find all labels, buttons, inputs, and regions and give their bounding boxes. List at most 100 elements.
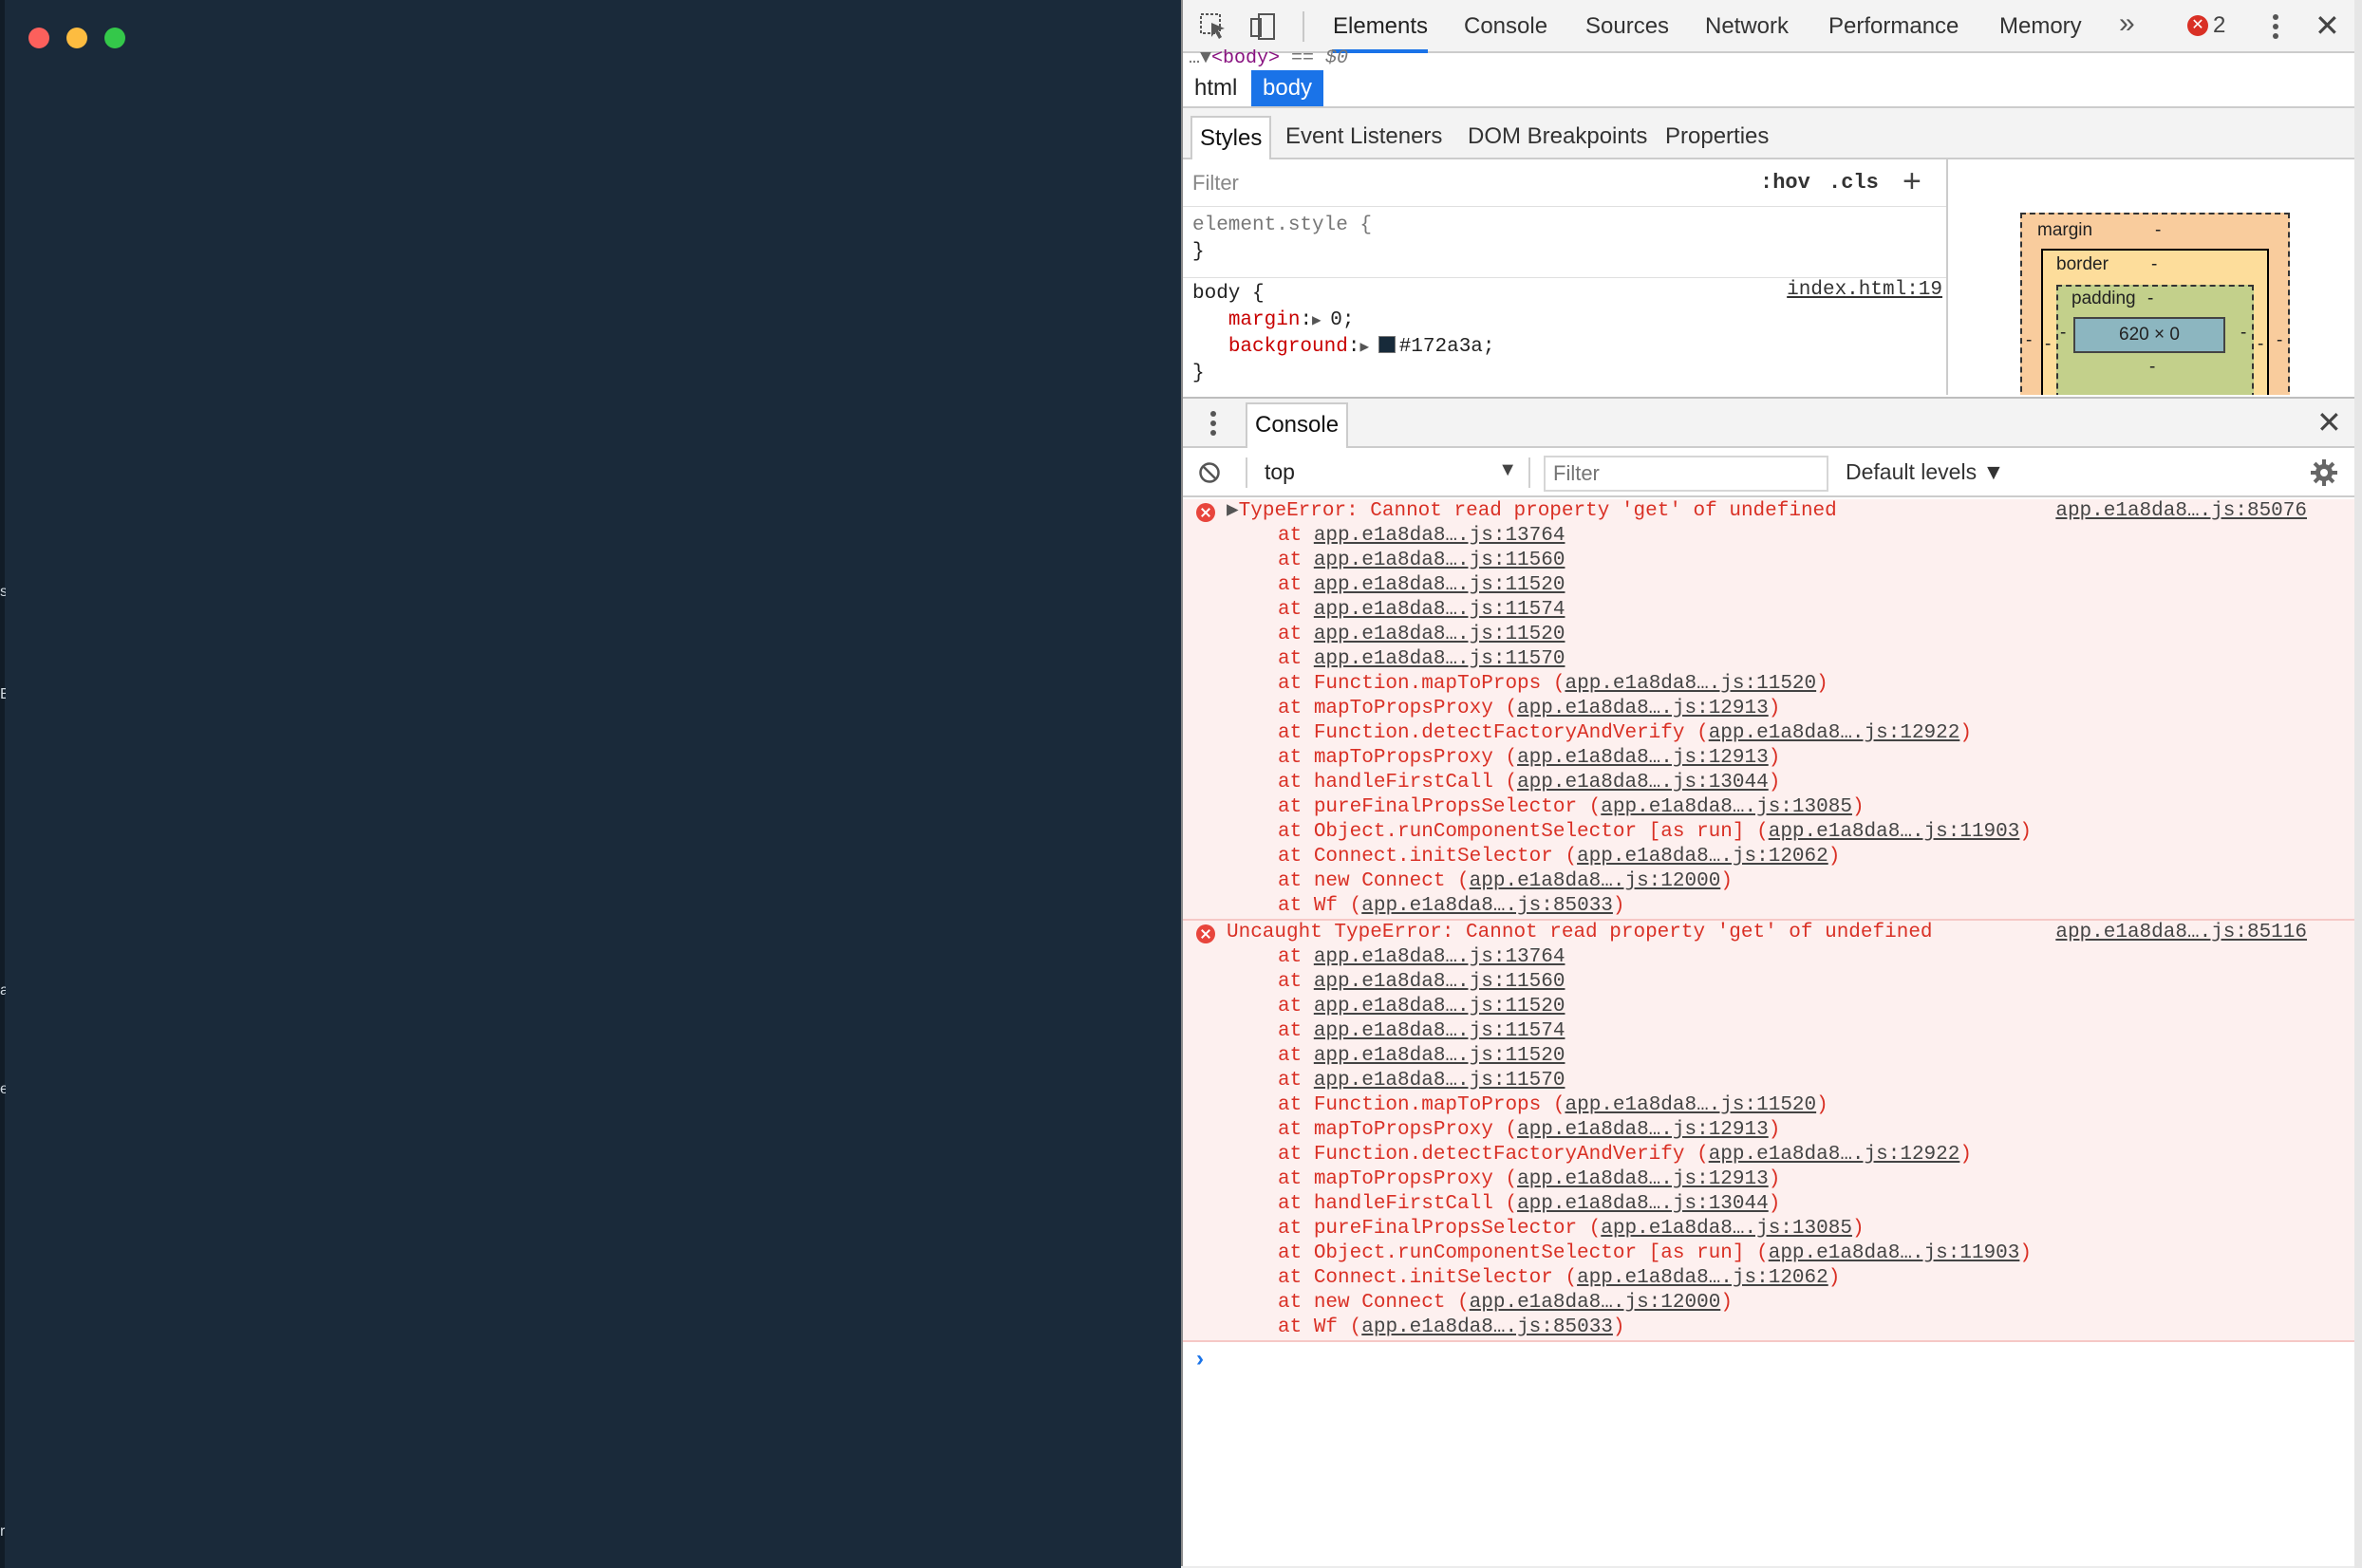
breadcrumb-body[interactable]: body — [1251, 70, 1324, 106]
stack-frame-link[interactable]: app.e1a8da8….js:12913 — [1517, 747, 1769, 769]
stack-frame-link[interactable]: app.e1a8da8….js:13085 — [1601, 796, 1852, 818]
drawer-tab-console[interactable]: Console — [1246, 402, 1349, 448]
minimize-window-button[interactable] — [66, 28, 87, 48]
tab-network[interactable]: Network — [1705, 0, 1789, 53]
stack-frame-link[interactable]: app.e1a8da8….js:12000 — [1470, 1292, 1721, 1314]
console-settings-gear-icon[interactable] — [2309, 457, 2339, 488]
padding-top-value[interactable]: - — [2147, 289, 2153, 309]
subtab-event-listeners[interactable]: Event Listeners — [1278, 116, 1450, 159]
stack-frame-link[interactable]: app.e1a8da8….js:11574 — [1314, 1020, 1565, 1042]
expand-shorthand-icon[interactable]: ▶ — [1359, 339, 1378, 356]
breadcrumb-html[interactable]: html — [1183, 70, 1248, 106]
log-levels-dropdown[interactable]: Default levels ▼ — [1846, 459, 2004, 485]
more-tabs-chevron-icon[interactable]: » — [2119, 8, 2135, 40]
console-error-message[interactable]: Uncaught TypeError: Cannot read property… — [1183, 921, 2354, 1342]
close-devtools-icon[interactable]: ✕ — [2315, 8, 2340, 44]
customize-menu-icon[interactable] — [2261, 11, 2290, 42]
execution-context-select[interactable]: top ▼ — [1265, 459, 1521, 488]
stack-frame-link[interactable]: app.e1a8da8….js:85033 — [1361, 895, 1613, 917]
dom-expand-arrow[interactable]: …▼ — [1189, 49, 1211, 69]
padding-right-value[interactable]: - — [2240, 323, 2246, 344]
console-error-message[interactable]: ▶TypeError: Cannot read property 'get' o… — [1183, 499, 2354, 921]
margin-left-value[interactable]: - — [2026, 330, 2032, 351]
error-count-icon[interactable]: ✕ — [2187, 15, 2208, 36]
stack-frame-link[interactable]: app.e1a8da8….js:11520 — [1314, 1045, 1565, 1067]
stack-frame-link[interactable]: app.e1a8da8….js:13764 — [1314, 525, 1565, 547]
stack-frame-link[interactable]: app.e1a8da8….js:11520 — [1314, 624, 1565, 645]
box-model-content-size[interactable]: 620 × 0 — [2073, 317, 2225, 353]
expand-triangle-icon[interactable]: ▶ — [1227, 500, 1239, 522]
class-toggle[interactable]: .cls — [1828, 171, 1879, 195]
stack-frame-link[interactable]: app.e1a8da8….js:12922 — [1709, 1144, 1960, 1166]
styles-filter-input[interactable]: Filter — [1192, 171, 1239, 196]
stack-frame-link[interactable]: app.e1a8da8….js:12062 — [1577, 1267, 1828, 1289]
subtab-dom-breakpoints[interactable]: DOM Breakpoints — [1460, 116, 1655, 159]
console-filter-input[interactable] — [1544, 456, 1828, 492]
error-message-text[interactable]: Uncaught TypeError: Cannot read property… — [1227, 921, 1933, 945]
border-left-value[interactable]: - — [2045, 334, 2051, 355]
stack-frame-link[interactable]: app.e1a8da8….js:12000 — [1470, 870, 1721, 892]
box-model-border[interactable]: border - - - padding - - - 620 × 0 - — [2041, 249, 2269, 395]
device-toolbar-icon[interactable] — [1247, 11, 1278, 42]
error-count[interactable]: 2 — [2213, 12, 2225, 39]
color-swatch-icon[interactable] — [1378, 336, 1396, 353]
stack-frame-link[interactable]: app.e1a8da8….js:13044 — [1517, 1193, 1769, 1215]
stack-frame-link[interactable]: app.e1a8da8….js:11574 — [1314, 599, 1565, 621]
stack-frame-link[interactable]: app.e1a8da8….js:12062 — [1577, 846, 1828, 868]
stack-frame-link[interactable]: app.e1a8da8….js:11560 — [1314, 550, 1565, 571]
stack-frame-link[interactable]: app.e1a8da8….js:12913 — [1517, 1168, 1769, 1190]
stack-frame-link[interactable]: app.e1a8da8….js:11903 — [1769, 1242, 2020, 1264]
margin-right-value[interactable]: - — [2277, 330, 2282, 351]
stack-frame-link[interactable]: app.e1a8da8….js:11520 — [1314, 574, 1565, 596]
edge-glyph: s — [0, 585, 6, 600]
subtab-properties[interactable]: Properties — [1658, 116, 1776, 159]
stack-frame-link[interactable]: app.e1a8da8….js:13085 — [1601, 1218, 1852, 1240]
style-source-link[interactable]: index.html:19 — [1787, 279, 1942, 301]
tab-elements[interactable]: Elements — [1333, 0, 1429, 53]
tab-memory[interactable]: Memory — [1999, 0, 2082, 53]
box-model-padding[interactable]: padding - - - 620 × 0 - — [2056, 285, 2254, 395]
stack-frame-link[interactable]: app.e1a8da8….js:11560 — [1314, 971, 1565, 993]
hover-state-toggle[interactable]: :hov — [1760, 171, 1810, 195]
tab-console[interactable]: Console — [1464, 0, 1547, 53]
error-source-link[interactable]: app.e1a8da8….js:85116 — [2055, 921, 2307, 945]
stack-frame-link[interactable]: app.e1a8da8….js:85033 — [1361, 1316, 1613, 1338]
css-property-name[interactable]: background — [1228, 336, 1348, 358]
maximize-window-button[interactable] — [104, 28, 125, 48]
console-prompt[interactable]: › — [1183, 1342, 2354, 1376]
stack-frame-link[interactable]: app.e1a8da8….js:13764 — [1314, 946, 1565, 968]
tab-sources[interactable]: Sources — [1585, 0, 1669, 53]
close-drawer-icon[interactable]: ✕ — [2316, 404, 2342, 440]
expand-shorthand-icon[interactable]: ▶ — [1312, 312, 1330, 329]
new-style-rule-icon[interactable]: + — [1903, 163, 1921, 200]
border-top-value[interactable]: - — [2151, 254, 2157, 275]
border-right-value[interactable]: - — [2258, 334, 2263, 355]
drawer-menu-icon[interactable] — [1208, 408, 1219, 439]
clear-console-icon[interactable] — [1198, 461, 1221, 484]
subtab-styles[interactable]: Styles — [1190, 116, 1272, 159]
margin-top-value[interactable]: - — [2155, 220, 2161, 241]
stack-frame: at app.e1a8da8….js:11574 — [1278, 599, 1565, 621]
stack-frame-link[interactable]: app.e1a8da8….js:12913 — [1517, 1119, 1769, 1141]
stack-frame-link[interactable]: app.e1a8da8….js:12922 — [1709, 722, 1960, 744]
stack-frame-link[interactable]: app.e1a8da8….js:12913 — [1517, 698, 1769, 719]
error-message-text[interactable]: ▶TypeError: Cannot read property 'get' o… — [1227, 499, 1837, 524]
stack-frame-link[interactable]: app.e1a8da8….js:11570 — [1314, 648, 1565, 670]
close-window-button[interactable] — [28, 28, 49, 48]
stack-frame-link[interactable]: app.e1a8da8….js:11520 — [1314, 996, 1565, 1017]
padding-bottom-value[interactable]: - — [2149, 357, 2155, 378]
stack-frame-link[interactable]: app.e1a8da8….js:11903 — [1769, 821, 2020, 843]
css-property-value[interactable]: 0; — [1330, 309, 1354, 331]
css-property-name[interactable]: margin — [1228, 309, 1301, 331]
box-model-margin[interactable]: margin - - - border - - - padding - - - … — [2020, 213, 2290, 395]
stack-frame-link[interactable]: app.e1a8da8….js:11520 — [1565, 673, 1816, 695]
dom-tree-peek[interactable]: …▼<body> == $0 — [1183, 49, 2354, 70]
error-source-link[interactable]: app.e1a8da8….js:85076 — [2055, 499, 2307, 524]
stack-frame-link[interactable]: app.e1a8da8….js:13044 — [1517, 772, 1769, 793]
stack-frame-link[interactable]: app.e1a8da8….js:11520 — [1565, 1094, 1816, 1116]
inspect-element-icon[interactable] — [1198, 11, 1228, 42]
stack-frame-link[interactable]: app.e1a8da8….js:11570 — [1314, 1070, 1565, 1092]
tab-performance[interactable]: Performance — [1828, 0, 1959, 53]
css-property-value[interactable]: #172a3a; — [1399, 336, 1495, 358]
padding-left-value[interactable]: - — [2060, 323, 2066, 344]
